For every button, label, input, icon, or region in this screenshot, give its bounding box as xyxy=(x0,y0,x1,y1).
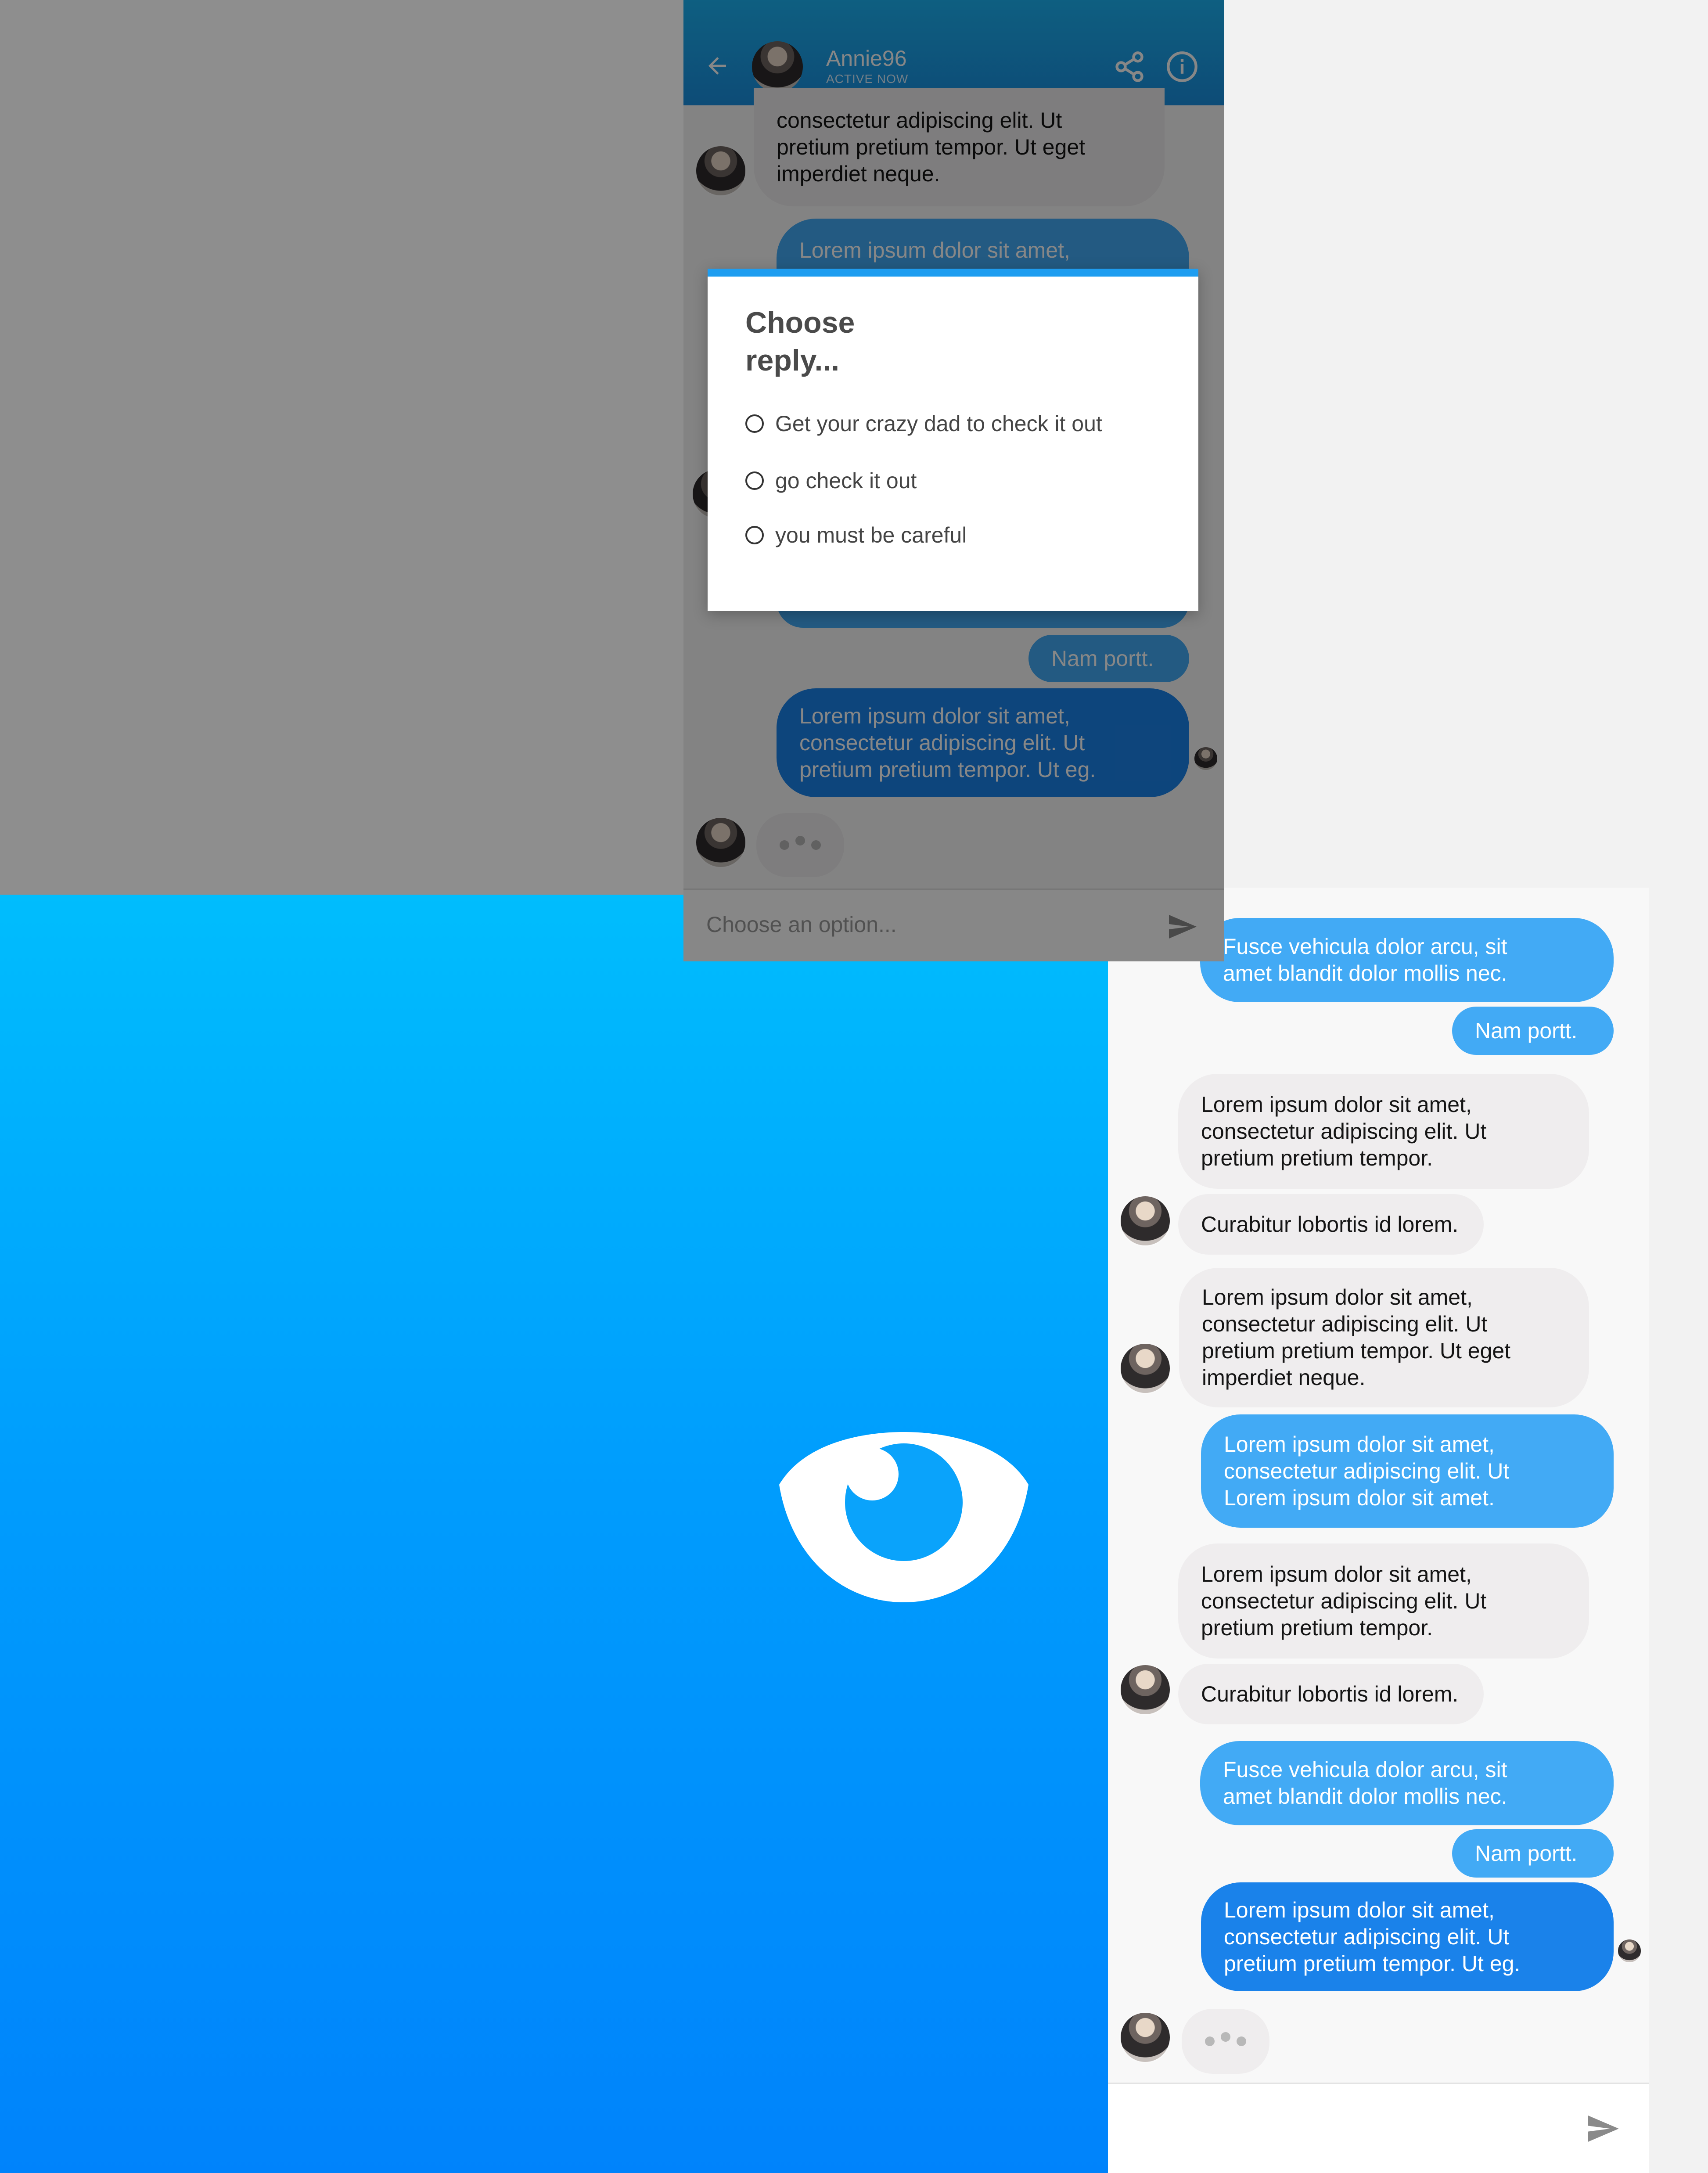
message-bubble-outgoing[interactable]: Fusce vehicula dolor arcu, sit amet blan… xyxy=(1200,1741,1614,1825)
radio-button[interactable] xyxy=(745,414,764,433)
message-bubble-outgoing[interactable]: Fusce vehicula dolor arcu, sit amet blan… xyxy=(1200,918,1614,1002)
message-bubble-outgoing[interactable]: Lorem ipsum dolor sit amet, consectetur … xyxy=(1201,1882,1614,1991)
message-bubble-outgoing[interactable]: Lorem ipsum dolor sit amet, consectetur … xyxy=(1201,1414,1614,1528)
reply-option[interactable]: Get your crazy dad to check it out xyxy=(745,411,1102,436)
message-bubble-outgoing[interactable]: Nam portt. xyxy=(1452,1829,1614,1878)
reply-option[interactable]: you must be careful xyxy=(745,522,967,548)
read-receipt-avatar xyxy=(1617,1939,1642,1963)
avatar[interactable] xyxy=(1119,1664,1171,1716)
avatar[interactable] xyxy=(1119,1195,1171,1247)
avatar[interactable] xyxy=(1119,1342,1171,1394)
send-icon[interactable] xyxy=(1585,2111,1620,2146)
chat-panel[interactable]: Fusce vehicula dolor arcu, sit amet blan… xyxy=(1108,888,1649,2173)
typing-dot xyxy=(1205,2036,1215,2046)
message-bubble-incoming[interactable]: Lorem ipsum dolor sit amet, consectetur … xyxy=(1178,1543,1589,1659)
radio-button[interactable] xyxy=(745,471,764,490)
reply-option[interactable]: go check it out xyxy=(745,468,917,493)
choose-reply-dialog: Choose reply... Get your crazy dad to ch… xyxy=(708,269,1198,611)
overlay-backdrop-left xyxy=(0,0,683,895)
typing-dot xyxy=(1237,2036,1246,2046)
eye-logo-icon xyxy=(779,1432,1028,1602)
typing-dot xyxy=(1221,2032,1230,2042)
message-bubble-incoming[interactable]: Lorem ipsum dolor sit amet, consectetur … xyxy=(1178,1074,1589,1189)
dialog-title: Choose reply... xyxy=(745,306,855,377)
message-input-bar[interactable] xyxy=(1108,2083,1649,2173)
typing-indicator xyxy=(1182,2009,1269,2074)
message-bubble-outgoing[interactable]: Nam portt. xyxy=(1452,1007,1614,1055)
splash-screen xyxy=(0,895,1108,2173)
radio-button[interactable] xyxy=(745,526,764,544)
message-bubble-incoming[interactable]: Lorem ipsum dolor sit amet, consectetur … xyxy=(1179,1268,1589,1407)
message-bubble-incoming[interactable]: Curabitur lobortis id lorem. xyxy=(1178,1194,1484,1255)
avatar[interactable] xyxy=(1119,2011,1171,2063)
message-bubble-incoming[interactable]: Curabitur lobortis id lorem. xyxy=(1178,1664,1484,1724)
